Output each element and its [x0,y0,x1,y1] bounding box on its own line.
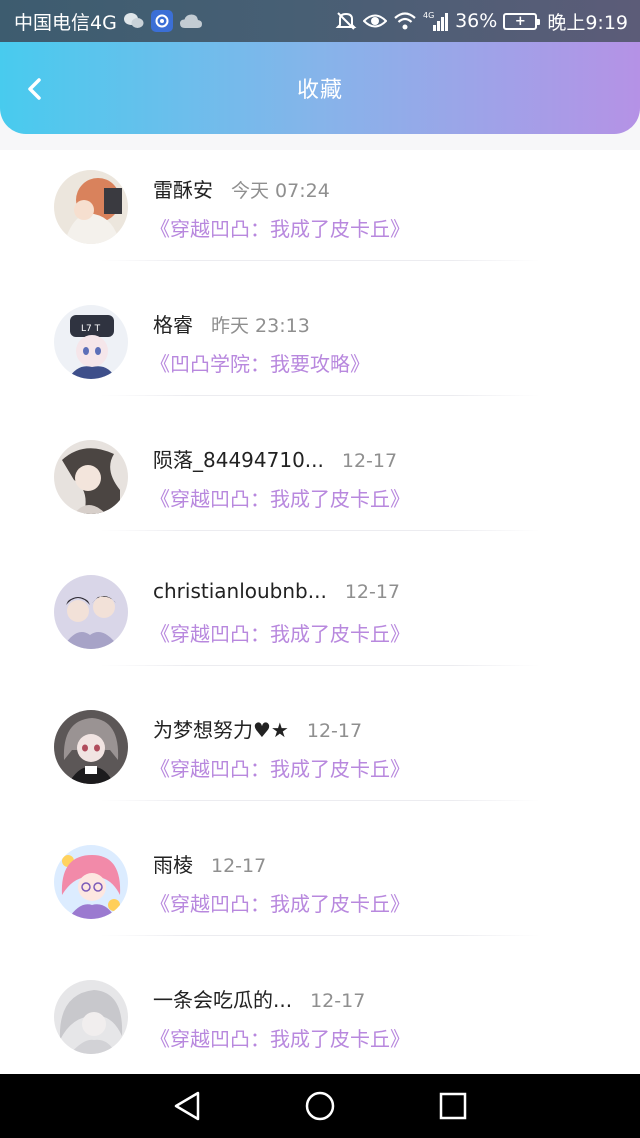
nav-back-icon [174,1091,199,1121]
nav-home-button[interactable] [300,1086,340,1126]
list-item[interactable]: 雷酥安 今天 07:24 《穿越凹凸：我成了皮卡丘》 [0,150,640,285]
svg-text:L7 T: L7 T [81,324,101,334]
user-name[interactable]: 雷酥安 [153,174,213,203]
navigation-bar [0,1074,640,1138]
book-title-link[interactable]: 《穿越凹凸：我成了皮卡丘》 [150,753,410,782]
divider [100,935,540,936]
signal-icon: 4G [423,10,449,32]
user-name[interactable]: christianloubnb... [153,579,327,603]
list-item[interactable]: 一条会吃瓜的... 12-17 《穿越凹凸：我成了皮卡丘》 [0,960,640,1074]
list-item[interactable]: 陨落_84494710... 12-17 《穿越凹凸：我成了皮卡丘》 [0,420,640,555]
book-title-link[interactable]: 《穿越凹凸：我成了皮卡丘》 [150,483,410,512]
book-title-link[interactable]: 《穿越凹凸：我成了皮卡丘》 [150,618,410,647]
divider [100,260,540,261]
timestamp: 昨天 23:13 [211,315,310,337]
user-name[interactable]: 为梦想努力♥★ [153,714,289,743]
status-bar-right: 4G 36% + 晚上9:19 [335,8,628,35]
nav-back-button[interactable] [167,1086,207,1126]
wifi-icon [393,11,417,31]
avatar[interactable] [54,170,128,244]
timestamp: 12-17 [341,450,398,472]
favorites-list: 雷酥安 今天 07:24 《穿越凹凸：我成了皮卡丘》 L7 T 格睿 昨天 23… [0,150,640,1074]
avatar[interactable] [54,440,128,514]
book-title-link[interactable]: 《穿越凹凸：我成了皮卡丘》 [150,888,410,917]
nav-recent-icon [440,1092,467,1120]
wechat-icon [123,12,145,30]
list-item[interactable]: christianloubnb... 12-17 《穿越凹凸：我成了皮卡丘》 [0,555,640,690]
timestamp: 12-17 [306,720,363,742]
list-item[interactable]: 雨棱 12-17 《穿越凹凸：我成了皮卡丘》 [0,825,640,960]
user-name[interactable]: 格睿 [153,309,193,338]
page-title: 收藏 [296,78,343,103]
clock: 晚上9:19 [547,11,628,34]
list-item[interactable]: L7 T 格睿 昨天 23:13 《凹凸学院：我要攻略》 [0,285,640,420]
battery-icon: + [503,12,541,30]
avatar[interactable] [54,710,128,784]
divider [100,530,540,531]
app-badge-icon [150,10,173,32]
book-title-link[interactable]: 《穿越凹凸：我成了皮卡丘》 [150,213,410,242]
eye-icon [363,12,388,30]
divider [100,665,540,666]
battery-percent: 36% [455,10,498,32]
carrier-label: 中国电信4G [14,11,117,34]
nav-home-icon [305,1091,335,1121]
svg-text:4G: 4G [423,11,434,20]
divider [100,395,540,396]
book-title-link[interactable]: 《凹凸学院：我要攻略》 [150,348,370,377]
avatar[interactable]: L7 T [54,305,128,379]
mute-icon [335,10,357,32]
book-title-link[interactable]: 《穿越凹凸：我成了皮卡丘》 [150,1023,410,1052]
status-bar-left: 中国电信4G [14,8,203,35]
user-name[interactable]: 一条会吃瓜的... [153,984,292,1013]
back-button[interactable] [18,72,52,106]
divider [100,800,540,801]
header: 收藏 [0,42,640,134]
user-name[interactable]: 陨落_84494710... [153,444,324,473]
status-bar: 中国电信4G 4G 36% + 晚上9:19 [0,0,640,42]
chevron-left-icon [28,78,41,100]
user-name[interactable]: 雨棱 [153,849,193,878]
nav-recent-button[interactable] [433,1086,473,1126]
timestamp: 今天 07:24 [231,180,330,202]
timestamp: 12-17 [211,855,267,877]
cloud-icon [179,13,203,29]
list-item[interactable]: 为梦想努力♥★ 12-17 《穿越凹凸：我成了皮卡丘》 [0,690,640,825]
avatar[interactable] [54,575,128,649]
avatar[interactable] [54,845,128,919]
timestamp: 12-17 [344,581,401,603]
timestamp: 12-17 [310,990,366,1012]
avatar[interactable] [54,980,128,1054]
